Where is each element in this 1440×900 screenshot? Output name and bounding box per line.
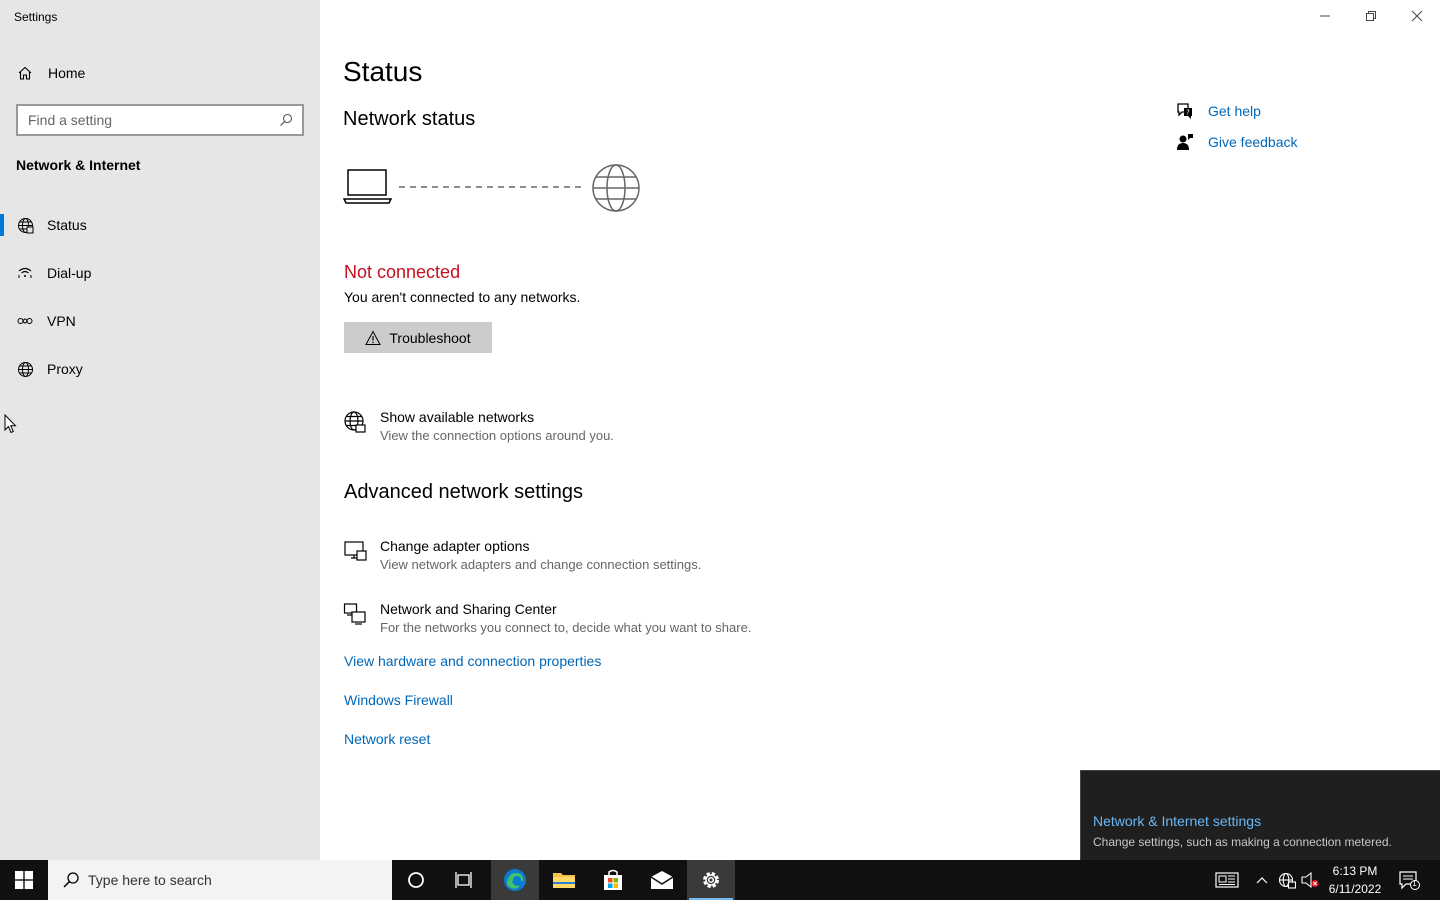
view-hardware-properties-link[interactable]: View hardware and connection properties	[344, 653, 601, 669]
network-globe-tray-icon	[1278, 872, 1296, 889]
windows-firewall-link[interactable]: Windows Firewall	[344, 692, 453, 708]
sidebar-home[interactable]: Home	[16, 62, 85, 84]
sidebar-item-status[interactable]: Status	[0, 205, 320, 245]
windows-logo-icon	[15, 871, 33, 889]
sidebar-item-label: Dial-up	[47, 265, 92, 281]
edge-button[interactable]	[491, 860, 539, 900]
feedback-icon	[1176, 133, 1194, 151]
toast-title[interactable]: Network & Internet settings	[1093, 813, 1261, 829]
taskbar-search[interactable]	[48, 860, 392, 900]
warning-icon	[365, 329, 382, 346]
page-title: Status	[343, 56, 423, 87]
minimize-icon	[1320, 15, 1330, 17]
dialup-icon	[16, 264, 34, 282]
network-diagram	[343, 164, 640, 212]
search-input[interactable]	[28, 112, 278, 128]
globe-icon	[16, 360, 34, 378]
sharing-center-icon	[343, 603, 366, 625]
notification-count: 1	[1412, 879, 1417, 888]
change-adapter-options[interactable]: Change adapter options View network adap…	[343, 537, 701, 575]
entry-title: Network and Sharing Center	[380, 601, 557, 617]
search-icon[interactable]	[278, 112, 294, 128]
store-icon	[604, 869, 622, 890]
svg-text:?: ?	[1186, 109, 1190, 117]
settings-search[interactable]	[16, 104, 304, 136]
close-icon	[1411, 10, 1423, 22]
minimize-button[interactable]	[1302, 0, 1348, 32]
help-chat-icon: ?	[1176, 102, 1194, 120]
close-button[interactable]	[1394, 0, 1440, 32]
troubleshoot-button[interactable]: Troubleshoot	[344, 322, 492, 353]
taskbar-search-input[interactable]	[88, 872, 378, 888]
news-icon	[1215, 872, 1239, 888]
file-explorer-button[interactable]	[540, 860, 588, 900]
give-feedback-label: Give feedback	[1208, 134, 1298, 150]
troubleshoot-label: Troubleshoot	[389, 329, 471, 346]
app-title: Settings	[14, 10, 58, 24]
search-icon	[62, 871, 80, 889]
show-available-networks[interactable]: Show available networks View the connect…	[343, 408, 614, 446]
network-tray-button[interactable]	[1277, 870, 1297, 890]
adapter-icon	[344, 541, 367, 561]
advanced-settings-title: Advanced network settings	[344, 481, 584, 503]
sidebar-item-dialup[interactable]: Dial-up	[0, 253, 320, 293]
edge-browser-icon	[504, 869, 526, 891]
sidebar-item-label: VPN	[47, 313, 76, 329]
action-center-button[interactable]: 1	[1397, 870, 1421, 890]
network-sharing-center[interactable]: Network and Sharing Center For the netwo…	[343, 600, 751, 638]
entry-description: View network adapters and change connect…	[380, 557, 702, 572]
mouse-cursor-icon	[4, 414, 17, 434]
task-view-icon	[455, 872, 472, 888]
taskbar-clock[interactable]: 6:13 PM 6/11/2022	[1320, 862, 1390, 898]
toast-description: Change settings, such as making a connec…	[1093, 835, 1392, 849]
cortana-button[interactable]	[392, 860, 440, 900]
network-globe-icon	[344, 411, 366, 433]
gear-icon	[703, 872, 719, 888]
store-button[interactable]	[589, 860, 637, 900]
get-help-link[interactable]: ? Get help	[1176, 102, 1261, 120]
entry-description: View the connection options around you.	[380, 428, 614, 443]
news-widget-button[interactable]	[1214, 870, 1240, 890]
connection-status: Not connected	[344, 262, 461, 282]
home-icon	[16, 64, 34, 82]
home-label: Home	[48, 65, 86, 81]
task-view-button[interactable]	[440, 860, 488, 900]
globe-status-icon	[16, 216, 34, 234]
network-status-title: Network status	[343, 108, 476, 130]
give-feedback-link[interactable]: Give feedback	[1176, 133, 1298, 151]
sidebar-item-vpn[interactable]: VPN	[0, 301, 320, 341]
volume-muted-icon	[1301, 871, 1319, 889]
vpn-icon	[16, 312, 34, 330]
sidebar-item-label: Status	[47, 217, 87, 233]
restore-icon	[1366, 11, 1376, 21]
entry-description: For the networks you connect to, decide …	[380, 620, 752, 635]
clock-date: 6/11/2022	[1328, 882, 1382, 896]
show-hidden-icons-button[interactable]	[1252, 870, 1272, 890]
cortana-icon	[408, 872, 424, 888]
notification-toast[interactable]: Network & Internet settings Change setti…	[1080, 770, 1440, 860]
network-reset-link[interactable]: Network reset	[344, 731, 430, 747]
restore-button[interactable]	[1348, 0, 1394, 32]
mail-icon	[650, 871, 674, 889]
connection-description: You aren't connected to any networks.	[344, 289, 581, 305]
laptop-icon	[343, 169, 393, 204]
chevron-up-icon	[1256, 877, 1268, 884]
section-title: Network & Internet	[16, 157, 141, 173]
sidebar-item-proxy[interactable]: Proxy	[0, 349, 320, 389]
clock-time: 6:13 PM	[1332, 864, 1378, 878]
sidebar-item-label: Proxy	[47, 361, 83, 377]
folder-icon	[553, 873, 575, 888]
entry-title: Show available networks	[380, 409, 535, 425]
start-button[interactable]	[0, 860, 48, 900]
sidebar: Settings Home Network & Internet Status …	[0, 0, 320, 860]
volume-tray-button[interactable]	[1300, 870, 1320, 890]
entry-title: Change adapter options	[380, 538, 530, 554]
taskbar: 6:13 PM 6/11/2022 1	[0, 860, 1440, 900]
settings-app-button[interactable]	[687, 860, 735, 900]
mail-button[interactable]	[638, 860, 686, 900]
internet-globe-icon	[592, 164, 640, 212]
get-help-label: Get help	[1208, 103, 1261, 119]
